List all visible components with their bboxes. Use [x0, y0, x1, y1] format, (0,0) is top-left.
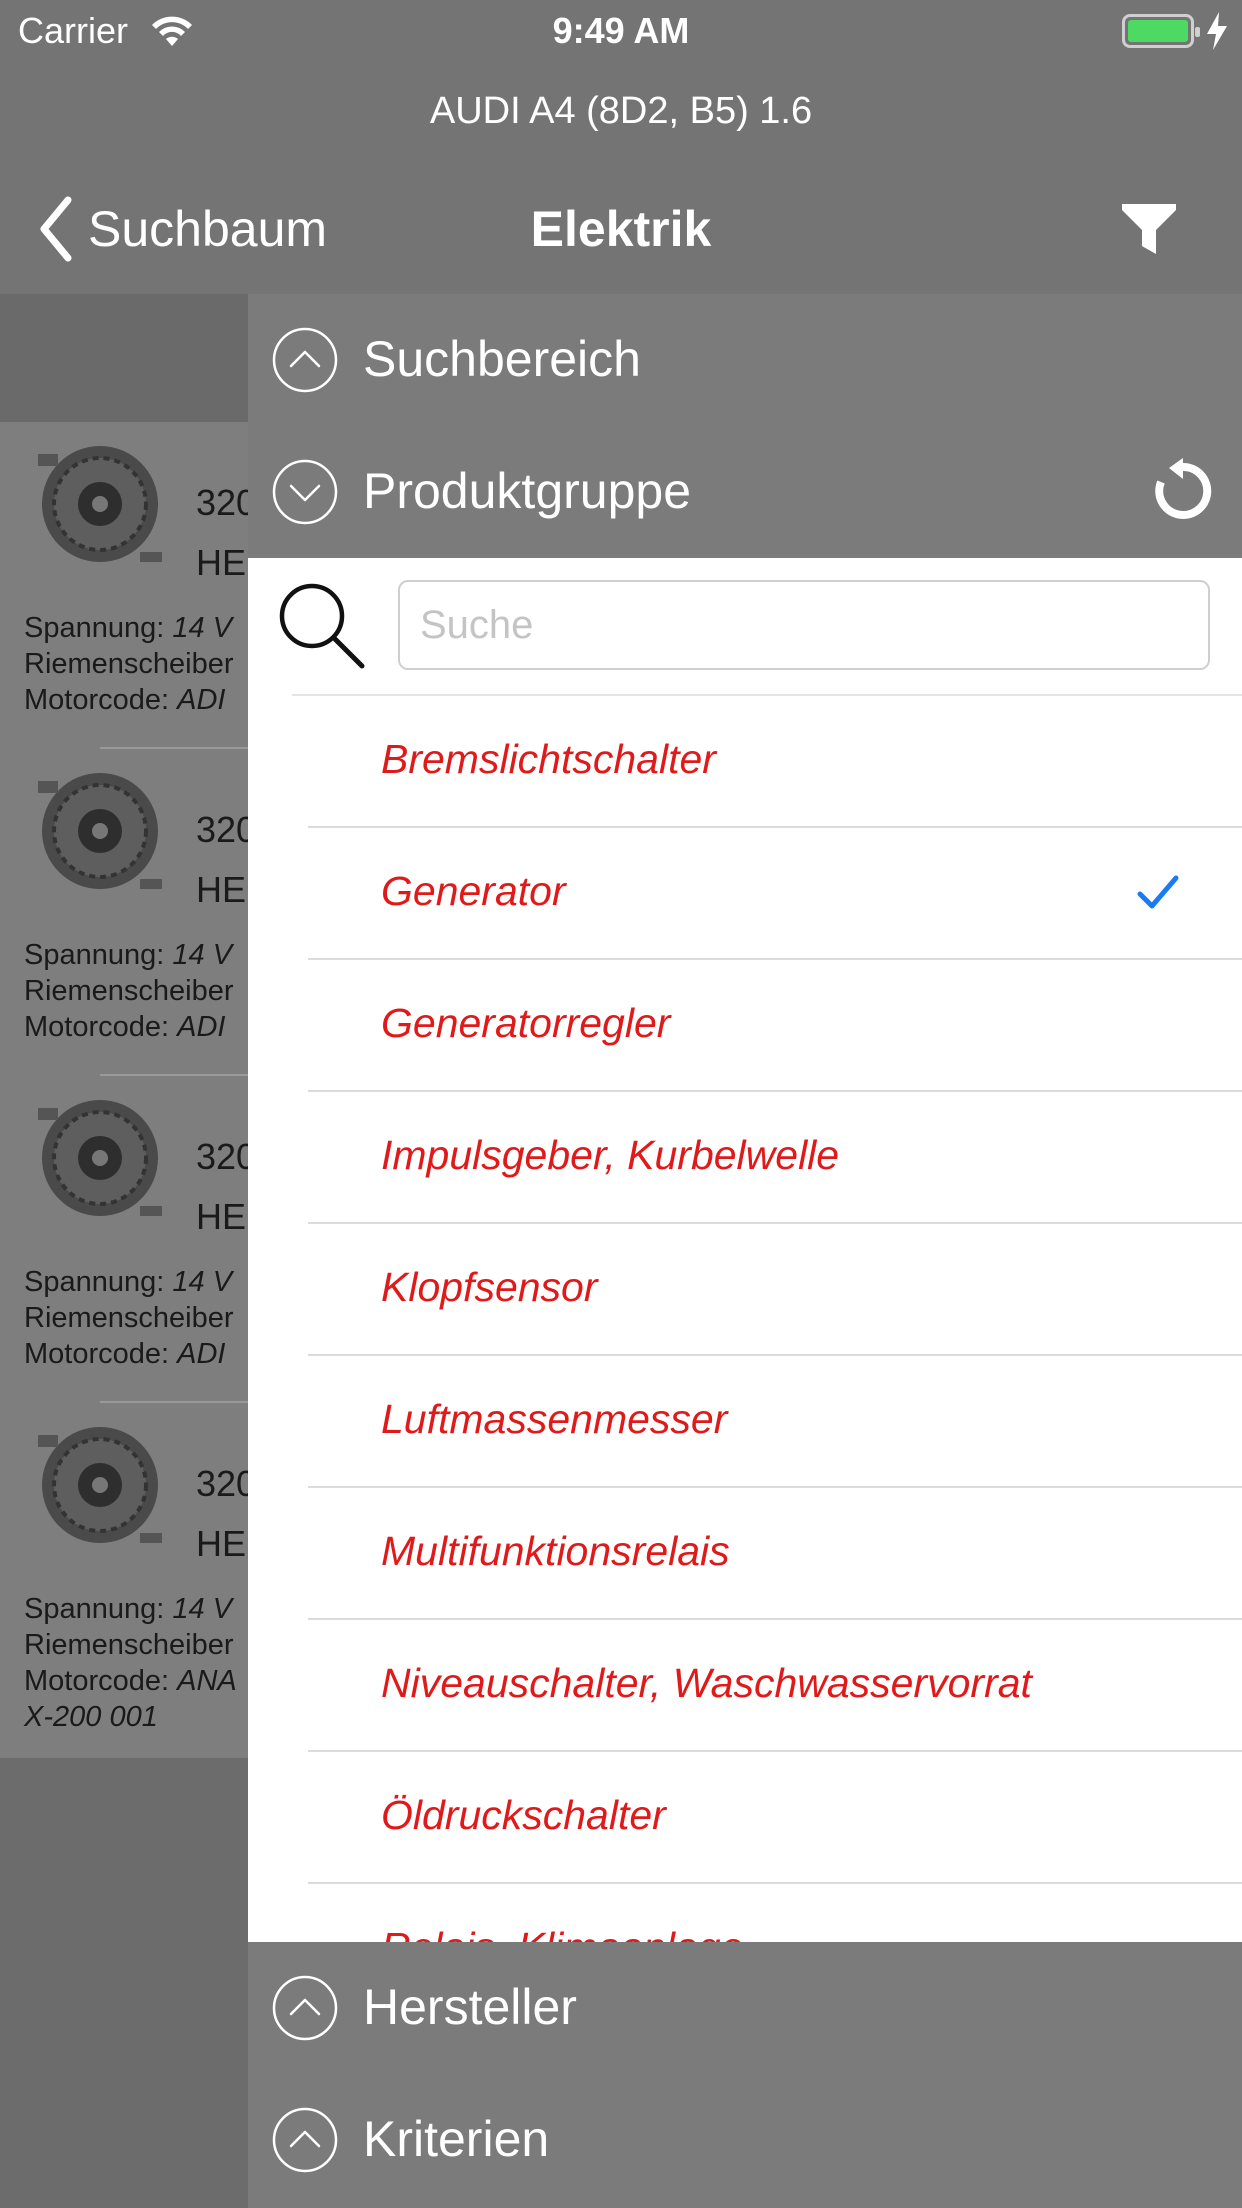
section-produktgruppe[interactable]: Produktgruppe — [248, 426, 1242, 558]
page-title: Elektrik — [530, 201, 712, 257]
charging-icon — [1207, 12, 1227, 50]
result-item[interactable]: 320 HEI Spannung: 14 V Riemenscheiber Motorc… — [0, 749, 248, 1076]
product-group-label: Generator — [381, 868, 566, 914]
results-header — [0, 294, 248, 422]
brand-name: HEI — [196, 1523, 248, 1564]
product-group-item[interactable]: Klopfsensor — [248, 1224, 1242, 1356]
spec-riemenscheibe: Riemenscheiber — [24, 648, 234, 680]
background-results: 320 HEI Spannung: 14 V Riemenscheiber Motorc… — [0, 294, 248, 2208]
product-group-item[interactable]: Luftmassenmesser — [248, 1356, 1242, 1488]
result-item[interactable]: 320 HEI Spannung: 14 V Riemenscheiber Motorc… — [0, 422, 248, 749]
status-bar: Carrier 9:49 AM — [0, 0, 1242, 62]
article-number: 320 — [196, 809, 248, 850]
section-kriterien[interactable]: Kriterien — [248, 2074, 1242, 2206]
clock: 9:49 AM — [552, 10, 690, 51]
product-group-item[interactable]: Generatorregler — [248, 960, 1242, 1092]
brand-name: HEI — [196, 1196, 248, 1237]
brand-name: HEI — [196, 869, 248, 910]
battery-icon — [1122, 14, 1200, 48]
alternator-image — [38, 446, 162, 562]
spec-riemenscheibe: Riemenscheiber — [24, 1302, 234, 1334]
result-item[interactable]: 320 HEI Spannung: 14 V Riemenscheiber Motorc… — [0, 1076, 248, 1403]
spec-spannung: Spannung: 14 V — [24, 1266, 233, 1298]
spec-spannung: Spannung: 14 V — [24, 612, 233, 644]
article-number: 320 — [196, 1136, 248, 1177]
navigation-bar: AUDI A4 (8D2, B5) 1.6 Suchbaum Elektrik — [0, 62, 1242, 294]
product-group-label: Luftmassenmesser — [381, 1396, 728, 1442]
search-bar — [248, 558, 1242, 696]
result-item[interactable]: 320 HEI Spannung: 14 V Riemenscheiber Motorc… — [0, 1403, 248, 1733]
filter-panel: Suchbereich Produktgruppe Bremslichtscha… — [248, 294, 1242, 2208]
section-label-hersteller: Hersteller — [363, 1979, 577, 2035]
product-group-label: Öldruckschalter — [381, 1792, 666, 1838]
vehicle-subtitle: AUDI A4 (8D2, B5) 1.6 — [429, 90, 813, 132]
product-group-list: Bremslichtschalter Generator Generatorregl… — [248, 558, 1242, 1942]
search-icon — [279, 583, 365, 669]
reset-icon[interactable] — [1150, 458, 1216, 524]
spec-riemenscheibe: Riemenscheiber — [24, 975, 234, 1007]
article-number: 320 — [196, 482, 248, 523]
product-group-item[interactable]: Niveauschalter, Waschwasservorrat — [248, 1620, 1242, 1752]
chevron-up-circle-icon — [272, 2107, 338, 2173]
product-group-label: Niveauschalter, Waschwasservorrat — [381, 1660, 1032, 1706]
brand-name: HEI — [196, 542, 248, 583]
chevron-up-circle-icon — [272, 1975, 338, 2041]
chevron-up-circle-icon — [272, 327, 338, 393]
chevron-down-circle-icon — [272, 459, 338, 525]
alternator-image — [38, 1427, 162, 1543]
product-group-label: Multifunktionsrelais — [381, 1528, 730, 1574]
spec-spannung: Spannung: 14 V — [24, 939, 233, 971]
product-group-item[interactable]: Impulsgeber, Kurbelwelle — [248, 1092, 1242, 1224]
spec-motorcode: Motorcode: ADI — [24, 1338, 226, 1370]
spec-motorcode: Motorcode: ANA — [24, 1665, 237, 1697]
product-group-item[interactable]: Relais, Klimaanlage — [248, 1884, 1242, 1942]
spec-spannung: Spannung: 14 V — [24, 1593, 233, 1625]
alternator-image — [38, 1100, 162, 1216]
section-label-suchbereich: Suchbereich — [363, 331, 641, 387]
product-group-item[interactable]: Generator — [248, 828, 1242, 960]
section-hersteller[interactable]: Hersteller — [248, 1942, 1242, 2074]
spec-riemenscheibe: Riemenscheiber — [24, 1629, 234, 1661]
product-group-item[interactable]: Öldruckschalter — [248, 1752, 1242, 1884]
product-group-label: Impulsgeber, Kurbelwelle — [381, 1132, 840, 1178]
section-label-produktgruppe: Produktgruppe — [363, 463, 692, 519]
product-group-label: Generatorregler — [381, 1000, 671, 1046]
alternator-image — [38, 773, 162, 889]
section-label-kriterien: Kriterien — [363, 2111, 550, 2167]
checkmark-icon — [1137, 875, 1179, 909]
spec-motorcode: Motorcode: ADI — [24, 1011, 226, 1043]
article-number: 320 — [196, 1463, 248, 1504]
product-group-label: Klopfsensor — [381, 1264, 598, 1310]
product-group-label: Bremslichtschalter — [381, 736, 716, 782]
product-group-label: Relais, Klimaanlage — [381, 1924, 743, 1942]
results-list: 320 HEI Spannung: 14 V Riemenscheiber Motorc… — [0, 422, 248, 1758]
product-group-item[interactable]: Multifunktionsrelais — [248, 1488, 1242, 1620]
section-suchbereich[interactable]: Suchbereich — [248, 294, 1242, 426]
spec-motorcode: Motorcode: ADI — [24, 684, 226, 716]
search-input[interactable] — [398, 580, 1210, 670]
filter-icon[interactable] — [1120, 200, 1178, 258]
product-group-item[interactable]: Bremslichtschalter — [248, 696, 1242, 828]
spec-extra: X-200 001 — [24, 1701, 158, 1733]
